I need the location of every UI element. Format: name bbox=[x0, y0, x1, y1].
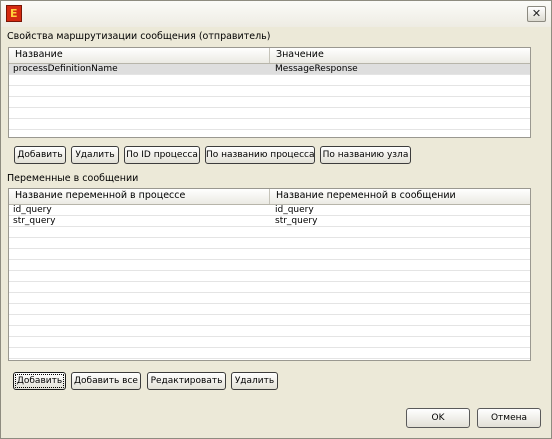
by-node-name-button[interactable]: По названию узла bbox=[320, 146, 411, 164]
cell-message-variable: str_query bbox=[275, 216, 318, 226]
variables-table-body: id_query id_query str_query str_query bbox=[9, 205, 530, 360]
empty-row bbox=[9, 271, 530, 282]
empty-row bbox=[9, 130, 530, 137]
routing-remove-button[interactable]: Удалить bbox=[71, 146, 119, 164]
empty-row bbox=[9, 282, 530, 293]
column-header-value[interactable]: Значение bbox=[270, 48, 530, 63]
cell-message-variable: id_query bbox=[275, 205, 314, 215]
empty-row bbox=[9, 348, 530, 359]
routing-add-button[interactable]: Добавить bbox=[14, 146, 66, 164]
app-icon: E bbox=[6, 5, 22, 22]
table-row[interactable]: id_query id_query bbox=[9, 205, 530, 216]
empty-row bbox=[9, 304, 530, 315]
variables-table-header: Название переменной в процессе Название … bbox=[9, 189, 530, 205]
column-header-process-variable[interactable]: Название переменной в процессе bbox=[9, 189, 270, 204]
routing-table-body: processDefinitionName MessageResponse bbox=[9, 64, 530, 137]
empty-row bbox=[9, 86, 530, 97]
empty-row bbox=[9, 260, 530, 271]
variables-add-button[interactable]: Добавить bbox=[13, 372, 66, 390]
empty-row bbox=[9, 75, 530, 86]
table-row[interactable]: processDefinitionName MessageResponse bbox=[9, 64, 530, 75]
routing-section-title: Свойства маршрутизации сообщения (отправ… bbox=[7, 31, 271, 42]
cell-value: MessageResponse bbox=[275, 64, 358, 74]
cell-process-variable: str_query bbox=[13, 216, 56, 226]
edit-button[interactable]: Редактировать bbox=[147, 372, 226, 390]
empty-row bbox=[9, 238, 530, 249]
empty-row bbox=[9, 108, 530, 119]
ok-button[interactable]: OK bbox=[406, 408, 470, 428]
variables-table[interactable]: Название переменной в процессе Название … bbox=[8, 188, 531, 361]
empty-row bbox=[9, 293, 530, 304]
empty-row bbox=[9, 337, 530, 348]
close-icon: ✕ bbox=[531, 7, 542, 20]
empty-row bbox=[9, 227, 530, 238]
column-header-message-variable[interactable]: Название переменной в сообщении bbox=[270, 189, 530, 204]
cancel-button[interactable]: Отмена bbox=[477, 408, 541, 428]
dialog-window: E ✕ Свойства маршрутизации сообщения (от… bbox=[0, 0, 552, 439]
cell-name: processDefinitionName bbox=[13, 64, 118, 74]
empty-row bbox=[9, 249, 530, 260]
empty-row bbox=[9, 315, 530, 326]
table-row[interactable]: str_query str_query bbox=[9, 216, 530, 227]
empty-row bbox=[9, 97, 530, 108]
column-header-name[interactable]: Название bbox=[9, 48, 270, 63]
by-process-id-button[interactable]: По ID процесса bbox=[124, 146, 200, 164]
add-all-button[interactable]: Добавить все bbox=[71, 372, 141, 390]
routing-table[interactable]: Название Значение processDefinitionName … bbox=[8, 47, 531, 138]
empty-row bbox=[9, 119, 530, 130]
by-process-name-button[interactable]: По названию процесса bbox=[205, 146, 315, 164]
variables-section-title: Переменные в сообщении bbox=[7, 173, 139, 184]
variables-remove-button[interactable]: Удалить bbox=[231, 372, 278, 390]
title-bar[interactable]: E ✕ bbox=[1, 1, 551, 27]
cell-process-variable: id_query bbox=[13, 205, 52, 215]
close-button[interactable]: ✕ bbox=[527, 6, 546, 22]
routing-table-header: Название Значение bbox=[9, 48, 530, 64]
empty-row bbox=[9, 326, 530, 337]
